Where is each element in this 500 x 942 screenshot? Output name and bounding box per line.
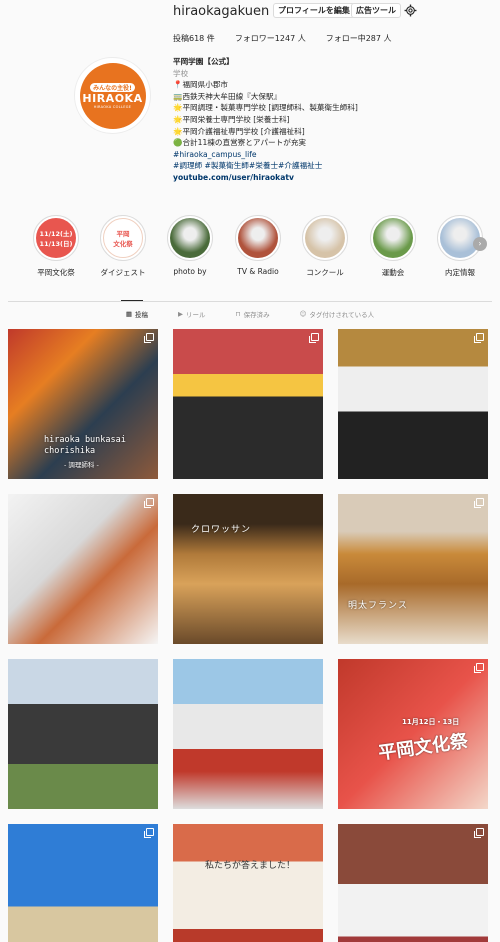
carousel-icon <box>474 498 484 508</box>
profile-tabs: ▦ 投稿 ▶ リール ⊓ 保存済み ☺ タグ付けされている人 <box>0 309 500 319</box>
carousel-icon <box>474 828 484 838</box>
bio-name: 平岡学園【公式】 <box>173 57 234 66</box>
profile-bio: 平岡学園【公式】 学校 📍福岡県小郡市 🚃西鉄天神大牟田線『大保駅』 🌟平岡調理… <box>173 56 473 184</box>
post-thumbnail[interactable] <box>8 494 158 644</box>
post-thumbnail[interactable] <box>173 329 323 479</box>
tab-divider <box>8 301 492 302</box>
bio-line: 🌟平岡栄養士専門学校 [栄養士科] <box>173 114 290 124</box>
highlight-cover: 11/12(土) 11/13(日) <box>36 218 76 258</box>
highlight-label: TV & Radio <box>237 267 279 276</box>
tab-0[interactable]: ▦ 投稿 <box>126 309 148 319</box>
profile-username: hiraokagakuen <box>173 4 270 19</box>
active-tab-indicator <box>121 300 143 301</box>
bio-hashtags[interactable]: #調理師 #製菓衛生師#栄養士#介護福祉士 <box>173 160 473 172</box>
carousel-icon <box>144 498 154 508</box>
highlight-label: コンクール <box>306 268 344 277</box>
highlight-item[interactable]: 運動会 <box>365 215 421 278</box>
highlight-cover <box>305 218 345 258</box>
post-subcaption: 11月12日・13日 <box>402 718 460 726</box>
bio-line: 🚃西鉄天神大牟田線『大保駅』 <box>173 91 282 101</box>
avatar-subtitle: HIRAOKA COLLEGE <box>93 104 132 109</box>
post-thumbnail[interactable]: 平岡文化祭 11月12日・13日 <box>338 659 488 809</box>
bio-line: 🌟平岡介護福祉専門学校 [介護福祉科] <box>173 126 305 136</box>
highlight-cover: 平岡 文化祭 <box>103 218 143 258</box>
bio-category: 学校 <box>173 68 189 78</box>
highlight-cover <box>170 218 210 258</box>
carousel-icon <box>144 333 154 343</box>
highlight-cover <box>373 218 413 258</box>
post-caption: 平岡文化祭 <box>377 730 470 765</box>
post-thumbnail[interactable] <box>8 659 158 809</box>
bio-line: 📍福岡県小郡市 <box>173 80 229 90</box>
gear-icon[interactable] <box>404 4 417 17</box>
post-caption: クロワッサン <box>191 525 252 535</box>
highlight-label: 平岡文化祭 <box>37 268 75 277</box>
avatar-name: HIRAOKA <box>82 91 143 105</box>
posts-count: 投稿618 件 <box>173 34 215 43</box>
post-thumbnail[interactable]: 私たちが答えました！ <box>173 824 323 942</box>
tab-label: タグ付けされている人 <box>309 311 375 319</box>
reels-icon: ▶ <box>177 310 183 318</box>
highlight-label: 内定情報 <box>445 268 475 277</box>
post-thumbnail[interactable] <box>173 659 323 809</box>
profile-stats: 投稿618 件 フォロワー1247 人 フォロー中287 人 <box>173 33 392 44</box>
carousel-icon <box>144 828 154 838</box>
tab-2[interactable]: ⊓ 保存済み <box>235 309 269 319</box>
bio-line: 🌟平岡調理・製菓専門学校 [調理師科、製菓衛生師科] <box>173 103 358 113</box>
bio-link[interactable]: youtube.com/user/hiraokatv <box>173 172 473 184</box>
ad-tools-button[interactable]: 広告ツール <box>351 3 401 18</box>
followers-count[interactable]: フォロワー1247 人 <box>235 33 306 44</box>
post-thumbnail[interactable]: 明太フランス <box>338 494 488 644</box>
post-subcaption: - 調理師科 - <box>64 461 99 469</box>
highlight-item[interactable]: TV & Radio <box>230 215 286 276</box>
bookmark-icon: ⊓ <box>235 310 241 318</box>
tab-label: 投稿 <box>134 311 148 319</box>
post-caption: hiraoka bunkasai chorishika <box>44 435 126 456</box>
carousel-icon <box>474 333 484 343</box>
post-caption: 私たちが答えました！ <box>205 861 296 871</box>
highlight-item[interactable]: photo by <box>162 215 218 276</box>
tab-3[interactable]: ☺ タグ付けされている人 <box>300 309 375 319</box>
chevron-right-icon[interactable]: › <box>473 237 487 251</box>
posts-grid: hiraoka bunkasai chorishika - 調理師科 - クロワッサ… <box>8 329 491 942</box>
bio-hashtag[interactable]: #hiraoka_campus_life <box>173 149 473 161</box>
highlight-cover <box>238 218 278 258</box>
bio-line: 🟢合計11棟の直営寮とアパートが充実 <box>173 138 307 148</box>
grid-icon: ▦ <box>125 310 132 318</box>
highlight-label: ダイジェスト <box>100 268 146 277</box>
post-thumbnail[interactable] <box>338 824 488 942</box>
avatar[interactable]: みんなの主役! HIRAOKA HIRAOKA COLLEGE <box>74 57 151 134</box>
highlight-label: 運動会 <box>381 268 405 277</box>
highlight-item[interactable]: コンクール <box>297 215 353 278</box>
tab-label: 保存済み <box>243 311 270 319</box>
highlight-label: photo by <box>173 267 207 276</box>
avatar-slogan: みんなの主役! <box>90 82 135 92</box>
following-count[interactable]: フォロー中287 人 <box>326 33 392 44</box>
tagged-icon: ☺ <box>299 310 307 318</box>
post-thumbnail[interactable] <box>8 824 158 942</box>
post-thumbnail[interactable] <box>338 329 488 479</box>
edit-profile-button[interactable]: プロフィールを編集 <box>273 3 355 18</box>
carousel-icon <box>309 333 319 343</box>
highlight-cover <box>440 218 480 258</box>
post-caption: 明太フランス <box>348 601 408 611</box>
post-thumbnail[interactable]: クロワッサン <box>173 494 323 644</box>
highlight-item[interactable]: 平岡 文化祭ダイジェスト <box>95 215 151 278</box>
tab-label: リール <box>185 311 206 319</box>
tab-1[interactable]: ▶ リール <box>178 309 206 319</box>
highlight-item[interactable]: 11/12(土) 11/13(日) 平岡文化祭 <box>28 215 84 278</box>
carousel-icon <box>474 663 484 673</box>
post-thumbnail[interactable]: hiraoka bunkasai chorishika - 調理師科 - <box>8 329 158 479</box>
